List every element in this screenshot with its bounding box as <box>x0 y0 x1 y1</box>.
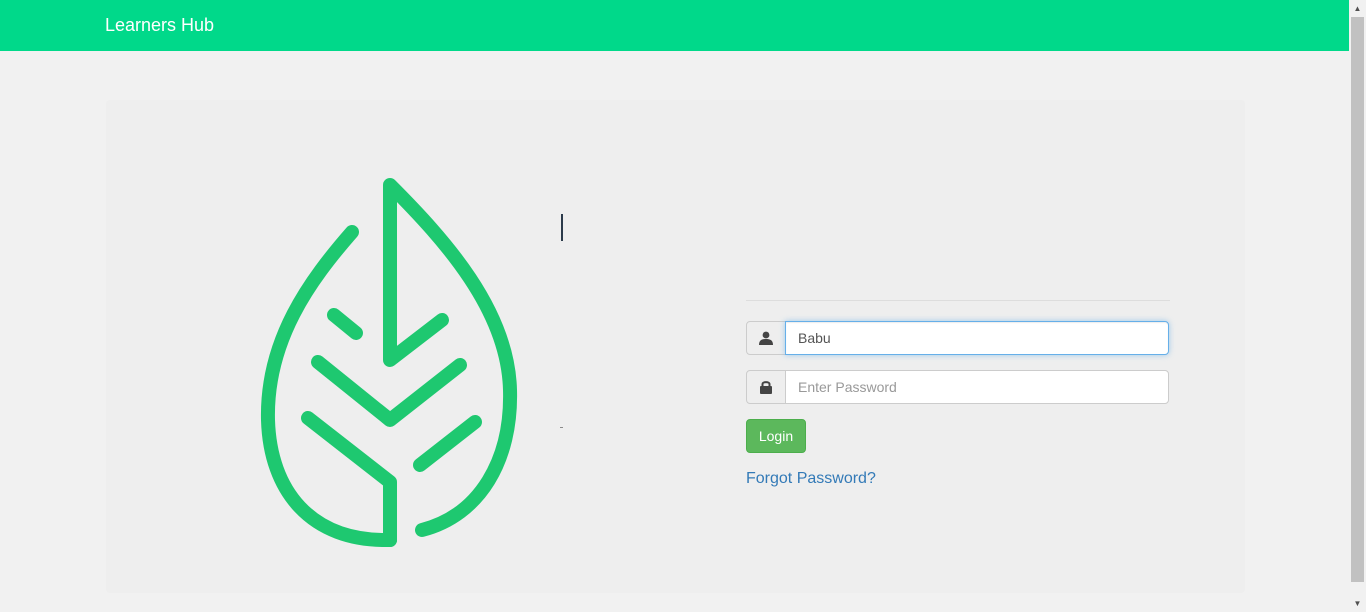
scroll-down-arrow-icon[interactable]: ▼ <box>1349 595 1366 612</box>
username-field[interactable] <box>785 321 1169 355</box>
password-addon <box>746 370 786 404</box>
leaf-logo-icon <box>260 178 518 548</box>
text-caret <box>561 214 563 241</box>
scroll-thumb[interactable] <box>1351 17 1364 582</box>
user-icon <box>759 331 773 345</box>
brand-title[interactable]: Learners Hub <box>105 15 214 35</box>
username-addon <box>746 321 786 355</box>
form-divider <box>746 300 1170 301</box>
lock-icon <box>760 381 772 394</box>
username-input-group <box>746 321 1170 355</box>
small-dash-mark <box>560 427 563 428</box>
top-navbar: Learners Hub <box>0 0 1349 51</box>
forgot-password-link[interactable]: Forgot Password? <box>746 470 876 488</box>
password-field[interactable] <box>785 370 1169 404</box>
login-button[interactable]: Login <box>746 419 806 453</box>
password-input-group <box>746 370 1170 404</box>
vertical-scrollbar[interactable]: ▲ ▼ <box>1349 0 1366 612</box>
scroll-up-arrow-icon[interactable]: ▲ <box>1349 0 1366 17</box>
